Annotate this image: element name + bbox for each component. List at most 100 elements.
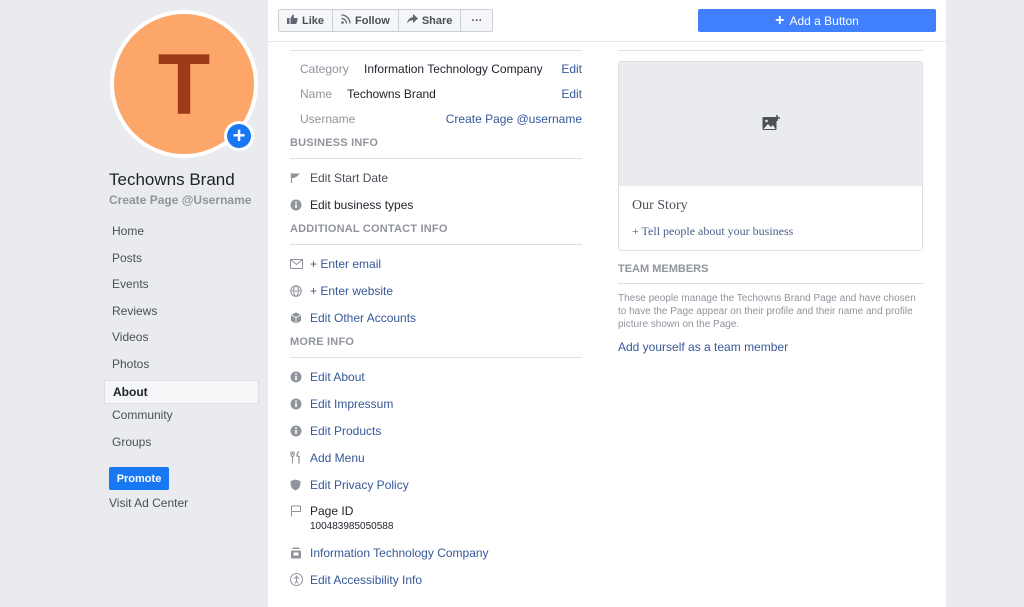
page-name[interactable]: Techowns Brand bbox=[109, 170, 235, 190]
create-username-link[interactable]: Create Page @Username bbox=[109, 193, 251, 207]
follow-label: Follow bbox=[355, 14, 390, 27]
story-body: Our Story + Tell people about your busin… bbox=[619, 186, 922, 250]
briefcase-icon bbox=[290, 547, 310, 559]
tell-people-link[interactable]: + Tell people about your business bbox=[632, 224, 909, 239]
utensils-icon bbox=[290, 451, 310, 464]
rss-icon bbox=[341, 14, 351, 27]
like-button[interactable]: Like bbox=[279, 10, 334, 31]
edit-accessibility-info-label: Edit Accessibility Info bbox=[310, 572, 423, 587]
divider bbox=[618, 50, 923, 51]
nav-item-about[interactable]: About bbox=[104, 380, 259, 404]
page-id-value: 100483985050588 bbox=[310, 521, 394, 532]
like-label: Like bbox=[302, 14, 325, 27]
edit-privacy-policy-label: Edit Privacy Policy bbox=[310, 477, 409, 492]
avatar-letter: T bbox=[157, 37, 211, 133]
name-label: Name bbox=[300, 87, 333, 101]
our-story-card[interactable]: Our Story + Tell people about your busin… bbox=[618, 61, 923, 251]
add-yourself-team-member-link[interactable]: Add yourself as a team member bbox=[618, 340, 923, 354]
page-action-bar: Like Follow Share ··· + Add a Button bbox=[268, 0, 946, 42]
about-info-column: Category Information Technology Company … bbox=[290, 50, 582, 593]
edit-about-item[interactable]: Edit About bbox=[290, 363, 582, 390]
create-page-username-link[interactable]: Create Page @username bbox=[446, 107, 582, 132]
business-info-heading: BUSINESS INFO bbox=[290, 132, 582, 159]
divider bbox=[290, 50, 582, 51]
add-a-button-label: Add a Button bbox=[789, 13, 859, 28]
enter-website-item[interactable]: + Enter website bbox=[290, 277, 582, 304]
nav-item-photos[interactable]: Photos bbox=[104, 353, 259, 380]
enter-email-item[interactable]: + Enter email bbox=[290, 250, 582, 277]
category-item[interactable]: Information Technology Company bbox=[290, 539, 582, 566]
info-icon bbox=[290, 371, 310, 383]
info-icon bbox=[290, 199, 310, 211]
nav-item-events[interactable]: Events bbox=[104, 273, 259, 300]
more-options-button[interactable]: ··· bbox=[461, 10, 492, 31]
visit-ad-center-link[interactable]: Visit Ad Center bbox=[109, 496, 188, 510]
nav-item-videos[interactable]: Videos bbox=[104, 326, 259, 353]
edit-name-link[interactable]: Edit bbox=[561, 82, 582, 107]
name-row: Name Techowns Brand Edit bbox=[290, 82, 582, 107]
additional-contact-info-heading: ADDITIONAL CONTACT INFO bbox=[290, 218, 582, 245]
flag-icon bbox=[290, 172, 310, 184]
edit-other-accounts-item[interactable]: Edit Other Accounts bbox=[290, 304, 582, 331]
edit-privacy-policy-item[interactable]: Edit Privacy Policy bbox=[290, 471, 582, 498]
follow-button[interactable]: Follow bbox=[333, 10, 399, 31]
main-content: Like Follow Share ··· + Add a Button Cat… bbox=[268, 0, 946, 607]
left-sidebar: T + Techowns Brand Create Page @Username… bbox=[104, 0, 264, 607]
envelope-icon bbox=[290, 258, 310, 269]
name-value: Techowns Brand bbox=[347, 87, 436, 101]
add-profile-picture-button[interactable]: + bbox=[224, 121, 254, 151]
edit-business-types-item[interactable]: Edit business types bbox=[290, 191, 582, 218]
ellipsis-icon: ··· bbox=[471, 14, 483, 27]
username-label: Username bbox=[300, 112, 356, 126]
nav-item-community[interactable]: Community bbox=[104, 404, 259, 431]
edit-products-item[interactable]: Edit Products bbox=[290, 417, 582, 444]
page-id-label: Page ID bbox=[310, 504, 354, 518]
edit-impressum-item[interactable]: Edit Impressum bbox=[290, 390, 582, 417]
category-item-label: Information Technology Company bbox=[310, 545, 489, 560]
info-icon bbox=[290, 425, 310, 437]
nav-item-home[interactable]: Home bbox=[104, 220, 259, 247]
username-row: Username Create Page @username bbox=[290, 107, 582, 132]
page-nav: Home Posts Events Reviews Videos Photos … bbox=[104, 220, 259, 457]
share-label: Share bbox=[421, 14, 453, 27]
edit-products-label: Edit Products bbox=[310, 423, 382, 438]
team-members-description: These people manage the Techowns Brand P… bbox=[618, 293, 916, 330]
promote-button[interactable]: Promote bbox=[109, 467, 169, 490]
nav-item-groups[interactable]: Groups bbox=[104, 431, 259, 458]
add-menu-label: Add Menu bbox=[310, 450, 365, 465]
edit-business-types-label: Edit business types bbox=[310, 197, 414, 212]
accessibility-icon bbox=[290, 573, 310, 586]
edit-start-date-item[interactable]: Edit Start Date bbox=[290, 164, 582, 191]
add-photo-icon bbox=[762, 114, 780, 134]
profile-picture-container: T + bbox=[110, 10, 258, 158]
enter-website-label: + Enter website bbox=[310, 283, 394, 298]
action-button-group: Like Follow Share ··· bbox=[278, 9, 494, 32]
info-icon bbox=[290, 398, 310, 410]
story-team-column: Our Story + Tell people about your busin… bbox=[618, 50, 923, 354]
nav-item-reviews[interactable]: Reviews bbox=[104, 300, 259, 327]
add-menu-item[interactable]: Add Menu bbox=[290, 444, 582, 471]
category-label: Category bbox=[300, 62, 349, 76]
globe-icon bbox=[290, 284, 310, 297]
enter-email-label: + Enter email bbox=[310, 256, 382, 271]
thumbs-up-icon bbox=[287, 14, 298, 27]
team-members-heading: TEAM MEMBERS bbox=[618, 262, 923, 284]
edit-start-date-label: Edit Start Date bbox=[310, 170, 389, 185]
plus-icon: + bbox=[775, 11, 785, 29]
page-id-block: Page ID 100483985050588 bbox=[290, 498, 582, 539]
story-cover-photo[interactable] bbox=[619, 62, 922, 186]
nav-item-posts[interactable]: Posts bbox=[104, 247, 259, 274]
edit-category-link[interactable]: Edit bbox=[561, 57, 582, 82]
add-a-button-button[interactable]: + Add a Button bbox=[698, 9, 936, 32]
plus-icon: + bbox=[227, 124, 251, 148]
category-value: Information Technology Company bbox=[364, 62, 543, 76]
shield-icon bbox=[290, 479, 310, 491]
story-title: Our Story bbox=[632, 198, 688, 213]
category-row: Category Information Technology Company … bbox=[290, 57, 582, 82]
cube-icon bbox=[290, 312, 310, 324]
more-info-heading: MORE INFO bbox=[290, 331, 582, 358]
share-arrow-icon bbox=[406, 14, 418, 27]
edit-about-label: Edit About bbox=[310, 369, 365, 384]
share-button[interactable]: Share bbox=[399, 10, 462, 31]
edit-accessibility-info-item[interactable]: Edit Accessibility Info bbox=[290, 566, 582, 593]
